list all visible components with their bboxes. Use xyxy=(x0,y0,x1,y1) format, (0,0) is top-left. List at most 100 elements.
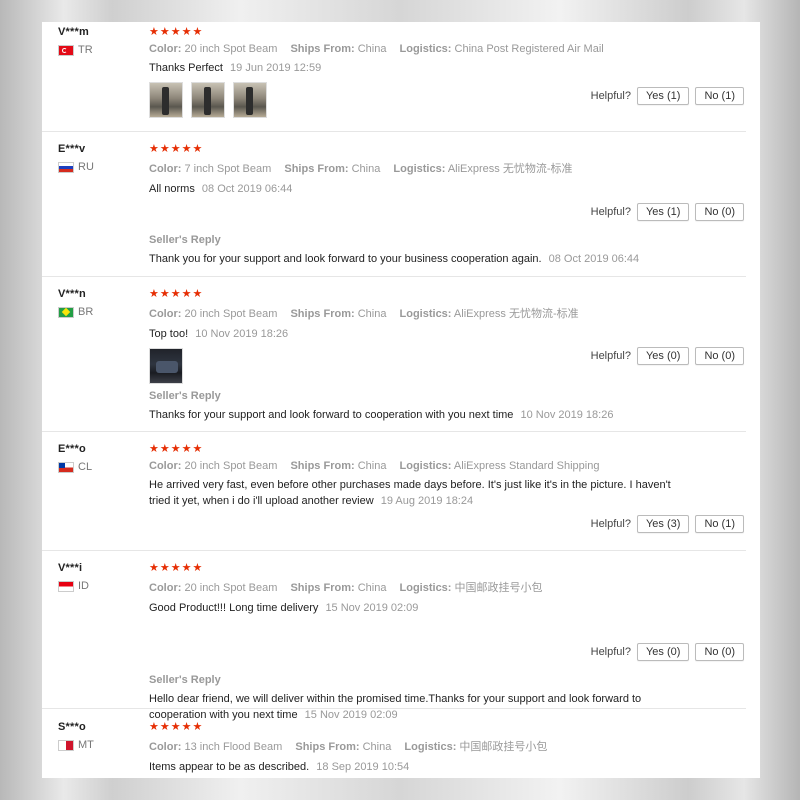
review-item: V***n BR ★★★★★ Color: 20 inch Spot Beam … xyxy=(42,284,746,432)
review-text-row: He arrived very fast, even before other … xyxy=(149,477,679,509)
flag-cl-icon xyxy=(58,461,74,473)
star-rating: ★★★★★ xyxy=(149,562,204,574)
ships-from-label: Ships From: xyxy=(290,308,355,320)
flag-br-icon xyxy=(58,306,74,318)
review-date: 19 Aug 2019 18:24 xyxy=(380,495,474,507)
reviewer-name: V***m xyxy=(58,26,89,38)
ships-from-value: China xyxy=(357,460,387,472)
review-item: V***i ID ★★★★★ Color: 20 inch Spot Beam … xyxy=(42,558,746,721)
ships-from-value: China xyxy=(357,308,387,320)
helpful-vote: Helpful? Yes (0) No (0) xyxy=(591,643,744,661)
review-photo-thumbnail[interactable] xyxy=(233,82,267,118)
ships-from-label: Ships From: xyxy=(290,43,355,55)
ships-from-value: China xyxy=(351,163,381,175)
logistics-label: Logistics: xyxy=(393,163,446,175)
helpful-yes-button[interactable]: Yes (0) xyxy=(636,347,690,365)
ships-from-value: China xyxy=(357,43,387,55)
reviewer-country: RU xyxy=(58,161,94,173)
helpful-yes-button[interactable]: Yes (0) xyxy=(636,643,690,661)
helpful-yes-button[interactable]: Yes (1) xyxy=(636,87,690,105)
seller-reply: Seller's Reply Thank you for your suppor… xyxy=(149,234,709,267)
reviewer-country: MT xyxy=(58,739,94,751)
review-content: ★★★★★ Color: 7 inch Spot Beam Ships From… xyxy=(149,143,709,197)
helpful-no-button[interactable]: No (0) xyxy=(695,643,744,661)
reviewer-name: V***n xyxy=(58,288,86,300)
logistics-value: AliExpress Standard Shipping xyxy=(453,460,600,472)
reviewer-info: V***i ID xyxy=(58,562,89,592)
review-text-row: Thanks Perfect 19 Jun 2019 12:59 xyxy=(149,60,709,76)
color-value: 20 inch Spot Beam xyxy=(184,582,278,594)
flag-tr-icon xyxy=(58,44,74,56)
review-photo-thumbnail[interactable] xyxy=(149,82,183,118)
helpful-yes-button[interactable]: Yes (1) xyxy=(636,203,690,221)
review-item: S***o MT ★★★★★ Color: 13 inch Flood Beam… xyxy=(42,717,746,778)
helpful-vote: Helpful? Yes (1) No (1) xyxy=(591,87,744,105)
review-item: V***m TR ★★★★★ Color: 20 inch Spot Beam … xyxy=(42,22,746,132)
order-attributes: Color: 20 inch Spot Beam Ships From: Chi… xyxy=(149,43,709,55)
ships-from-value: China xyxy=(362,741,392,753)
reviewer-info: E***v RU xyxy=(58,143,94,173)
helpful-yes-button[interactable]: Yes (3) xyxy=(636,515,690,533)
seller-reply-date: 10 Nov 2019 18:26 xyxy=(520,409,614,421)
order-attributes: Color: 20 inch Spot Beam Ships From: Chi… xyxy=(149,305,709,321)
helpful-no-button[interactable]: No (1) xyxy=(695,515,744,533)
seller-reply-text-row: Thank you for your support and look forw… xyxy=(149,251,709,267)
seller-reply-title: Seller's Reply xyxy=(149,234,221,246)
review-text: Good Product!!! Long time delivery xyxy=(149,602,319,614)
logistics-value: 中国邮政挂号小包 xyxy=(459,741,548,753)
logistics-value: 中国邮政挂号小包 xyxy=(454,582,543,594)
country-code: MT xyxy=(78,739,94,751)
reviewer-name: V***i xyxy=(58,562,83,574)
ships-from-label: Ships From: xyxy=(295,741,360,753)
logistics-label: Logistics: xyxy=(399,582,452,594)
review-date: 10 Nov 2019 18:26 xyxy=(195,328,289,340)
star-rating: ★★★★★ xyxy=(149,26,204,38)
logistics-label: Logistics: xyxy=(399,43,452,55)
review-photo-thumbnail[interactable] xyxy=(191,82,225,118)
seller-reply-text: Thank you for your support and look forw… xyxy=(149,253,542,265)
country-code: ID xyxy=(78,580,89,592)
reviewer-country: TR xyxy=(58,44,93,56)
logistics-value: AliExpress 无忧物流-标准 xyxy=(453,308,579,320)
seller-reply: Seller's Reply Hello dear friend, we wil… xyxy=(149,674,649,723)
helpful-no-button[interactable]: No (0) xyxy=(695,347,744,365)
seller-reply-title: Seller's Reply xyxy=(149,674,221,686)
review-text-row: Good Product!!! Long time delivery 15 No… xyxy=(149,600,709,616)
review-text-row: All norms 08 Oct 2019 06:44 xyxy=(149,181,709,197)
reviewer-country: CL xyxy=(58,461,92,473)
color-label: Color: xyxy=(149,43,182,55)
flag-id-icon xyxy=(58,580,74,592)
color-value: 20 inch Spot Beam xyxy=(184,460,278,472)
color-value: 13 inch Flood Beam xyxy=(184,741,283,753)
order-attributes: Color: 13 inch Flood Beam Ships From: Ch… xyxy=(149,738,709,754)
review-date: 08 Oct 2019 06:44 xyxy=(201,183,293,195)
helpful-no-button[interactable]: No (0) xyxy=(695,203,744,221)
country-code: CL xyxy=(78,461,93,473)
logistics-value: AliExpress 无忧物流-标准 xyxy=(447,163,573,175)
order-attributes: Color: 20 inch Spot Beam Ships From: Chi… xyxy=(149,460,709,472)
color-label: Color: xyxy=(149,163,182,175)
reviewer-info: V***n BR xyxy=(58,288,93,318)
helpful-no-button[interactable]: No (1) xyxy=(695,87,744,105)
reviewer-info: V***m TR xyxy=(58,26,93,56)
review-date: 19 Jun 2019 12:59 xyxy=(230,62,322,74)
logistics-value: China Post Registered Air Mail xyxy=(454,43,604,55)
ships-from-label: Ships From: xyxy=(284,163,349,175)
color-label: Color: xyxy=(149,741,182,753)
helpful-vote: Helpful? Yes (0) No (0) xyxy=(591,347,744,365)
reviewer-info: S***o MT xyxy=(58,721,94,751)
country-code: BR xyxy=(78,306,94,318)
color-value: 20 inch Spot Beam xyxy=(184,43,278,55)
reviewer-name: E***o xyxy=(58,443,86,455)
flag-ru-icon xyxy=(58,161,74,173)
review-text: Thanks Perfect xyxy=(149,62,223,74)
color-value: 7 inch Spot Beam xyxy=(184,163,272,175)
logistics-label: Logistics: xyxy=(404,741,457,753)
review-text: Top too! xyxy=(149,328,189,340)
review-text: Items appear to be as described. xyxy=(149,761,310,773)
helpful-label: Helpful? xyxy=(590,518,631,530)
reviews-panel: V***m TR ★★★★★ Color: 20 inch Spot Beam … xyxy=(42,22,760,778)
review-photo-thumbnail[interactable] xyxy=(149,348,183,384)
order-attributes: Color: 20 inch Spot Beam Ships From: Chi… xyxy=(149,579,709,595)
reviewer-country: BR xyxy=(58,306,93,318)
